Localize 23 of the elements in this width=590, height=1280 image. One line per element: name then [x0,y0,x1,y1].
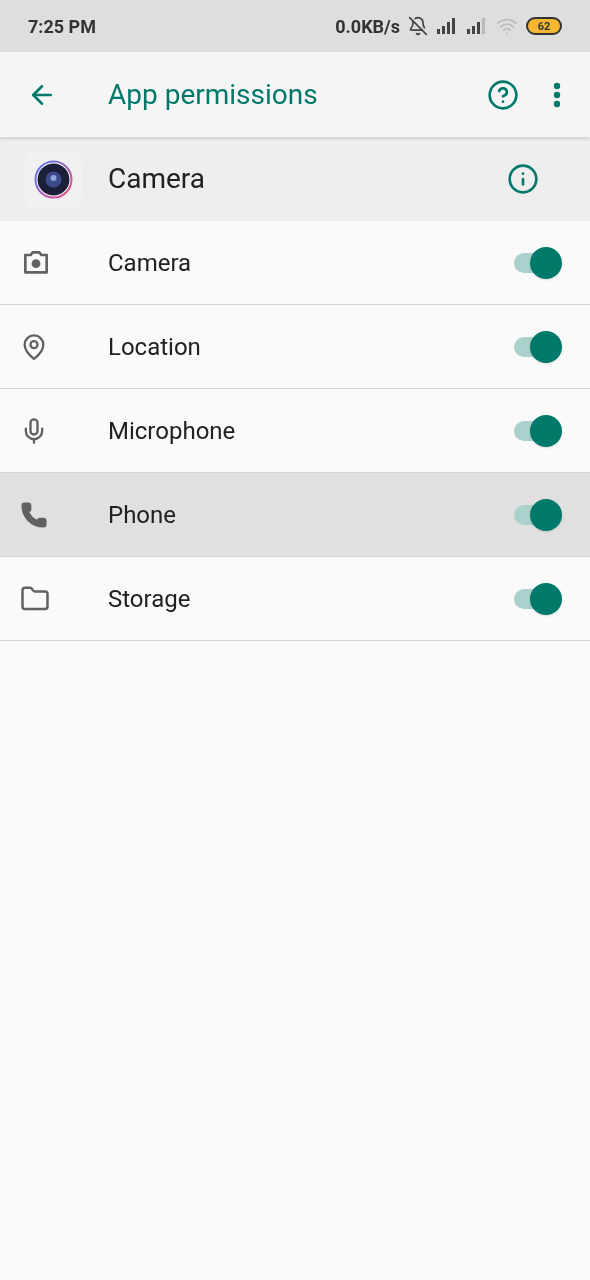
permission-label: Location [108,331,202,363]
permission-switch[interactable] [512,582,562,615]
app-name: Camera [108,161,207,197]
permission-label: Storage [108,583,192,615]
info-icon [507,163,539,195]
permission-label: Microphone [108,415,237,447]
permission-label: Phone [108,499,178,531]
more-options-icon [553,81,561,108]
network-speed: 0.0KB/s [335,14,400,39]
help-icon [487,78,519,111]
toolbar-title: App permissions [108,76,319,113]
phone-icon [20,500,48,529]
status-time: 7:25 PM [28,14,96,39]
bell-off-icon [408,16,428,36]
permission-switch[interactable] [512,498,562,531]
permission-row[interactable]: Phone [0,473,590,557]
permission-switch[interactable] [512,246,562,279]
permission-switch[interactable] [512,330,562,363]
signal-icon [466,18,488,34]
signal-icon [436,18,458,34]
battery-indicator: 62 [526,17,562,35]
permission-switch[interactable] [512,414,562,447]
permission-label: Camera [108,247,193,279]
